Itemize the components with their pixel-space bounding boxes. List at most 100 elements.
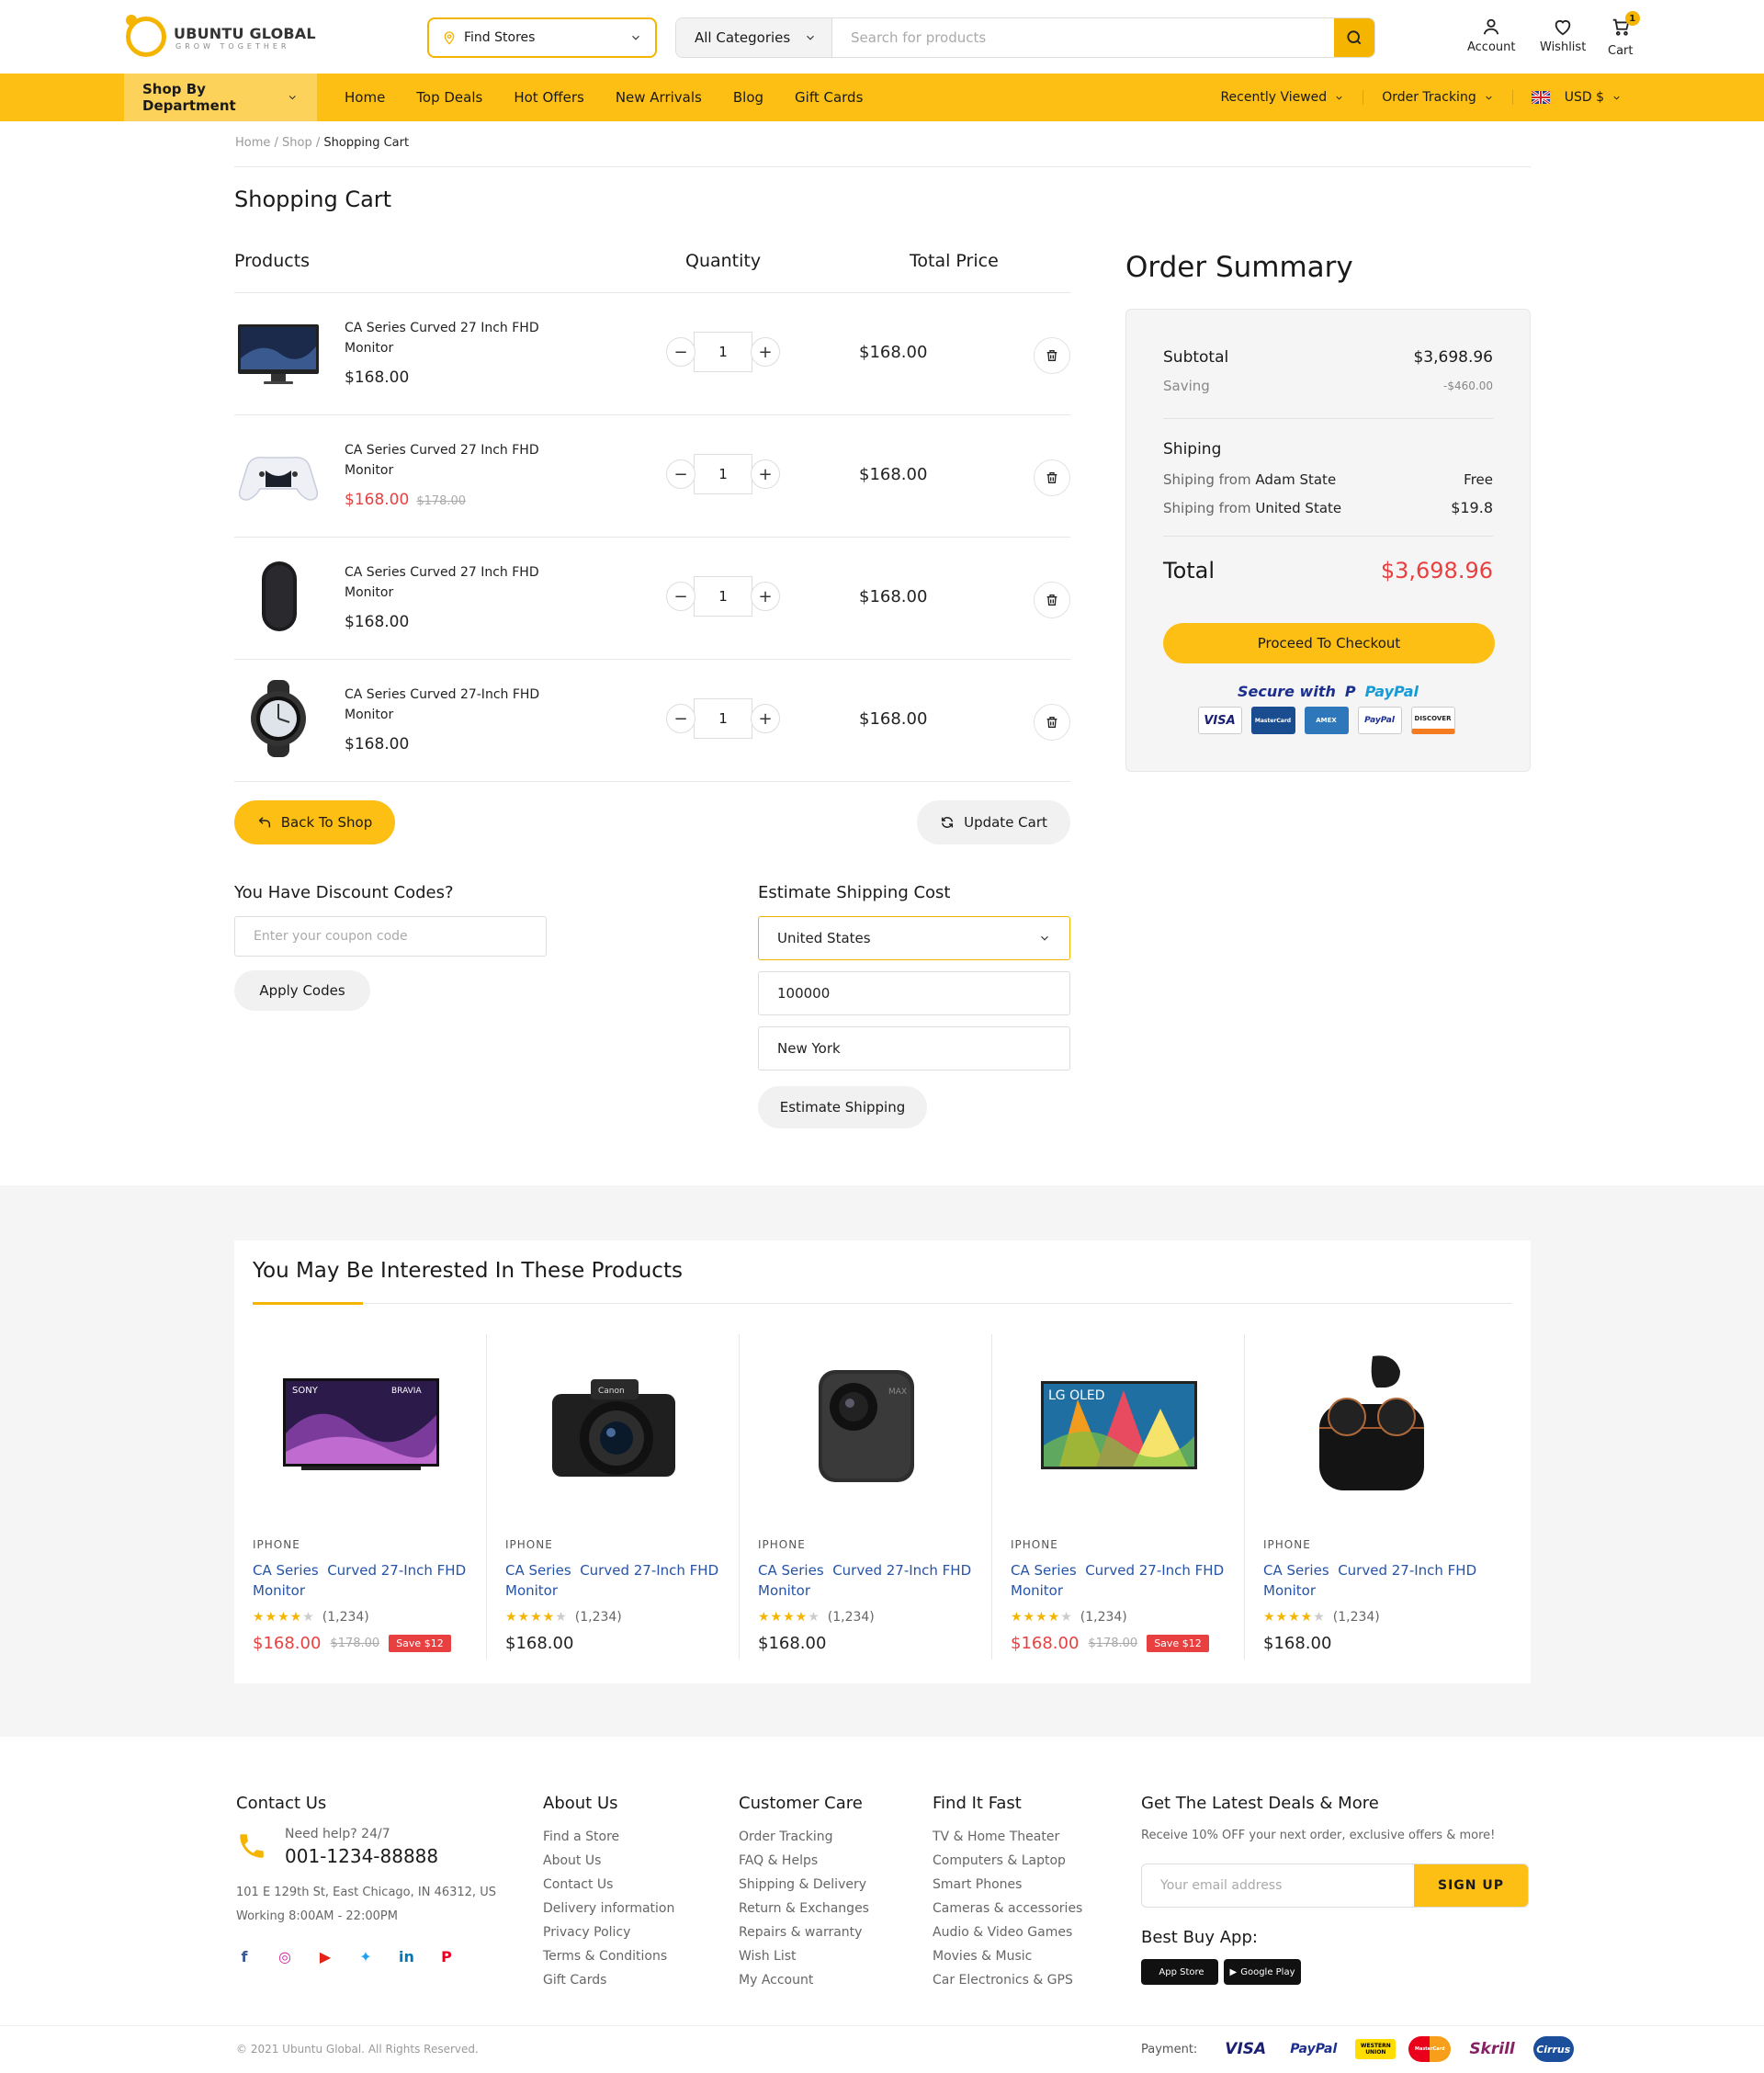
product-name[interactable]: CA Series Curved 27-Inch FHD Monitor <box>505 1560 730 1601</box>
product-card[interactable]: IPHONE CA Series Curved 27-Inch FHD Moni… <box>1245 1334 1498 1660</box>
increase-button[interactable]: + <box>751 459 780 489</box>
currency-dropdown[interactable]: USD $ <box>1511 90 1640 105</box>
wishlist-link[interactable]: Wishlist <box>1540 17 1586 54</box>
recently-viewed-dropdown[interactable]: Recently Viewed <box>1202 90 1363 105</box>
cart-item-name[interactable]: CA Series Curved 27 Inch FHD Monitor <box>345 562 556 603</box>
footer-link[interactable]: Movies & Music <box>933 1944 1082 1968</box>
quantity-value[interactable]: 1 <box>694 454 752 494</box>
product-card[interactable]: MAX IPHONE CA Series Curved 27-Inch FHD … <box>740 1334 992 1660</box>
footer-link[interactable]: Audio & Video Games <box>933 1920 1082 1944</box>
cart-link[interactable]: 1 Cart <box>1608 11 1640 58</box>
product-name[interactable]: CA Series Curved 27-Inch FHD Monitor <box>253 1560 478 1601</box>
cart-row: CA Series Curved 27-Inch FHD Monitor $16… <box>234 660 1070 782</box>
footer-link[interactable]: Return & Exchanges <box>739 1897 869 1920</box>
shop-by-department-button[interactable]: Shop By Department <box>124 74 317 121</box>
nav-link-hot-offers[interactable]: Hot Offers <box>514 89 583 106</box>
app-store-badge[interactable]: App Store <box>1141 1959 1218 1985</box>
estimate-shipping-button[interactable]: Estimate Shipping <box>758 1086 927 1128</box>
footer-link[interactable]: About Us <box>543 1849 674 1873</box>
pinterest-icon[interactable]: P <box>439 1948 454 1965</box>
city-field[interactable]: New York <box>758 1026 1070 1070</box>
cart-item-name[interactable]: CA Series Curved 27 Inch FHD Monitor <box>345 440 556 481</box>
youtube-icon[interactable]: ▶ <box>318 1948 333 1965</box>
increase-button[interactable]: + <box>751 582 780 611</box>
footer-link[interactable]: Wish List <box>739 1944 869 1968</box>
order-tracking-dropdown[interactable]: Order Tracking <box>1363 90 1512 105</box>
delete-button[interactable] <box>1034 459 1070 496</box>
quantity-value[interactable]: 1 <box>694 332 752 372</box>
logo[interactable]: UBUNTU GLOBAL GROW TOGETHER <box>126 15 316 59</box>
nav-link-top-deals[interactable]: Top Deals <box>416 89 482 106</box>
email-input[interactable]: Your email address <box>1142 1864 1414 1907</box>
cirrus-icon: Cirrus <box>1532 2036 1574 2062</box>
decrease-button[interactable]: − <box>666 459 695 489</box>
product-card[interactable]: Canon IPHONE CA Series Curved 27-Inch FH… <box>487 1334 740 1660</box>
update-cart-button[interactable]: Update Cart <box>917 800 1070 844</box>
increase-button[interactable]: + <box>751 704 780 733</box>
nav-link-new-arrivals[interactable]: New Arrivals <box>616 89 702 106</box>
checkout-button[interactable]: Proceed To Checkout <box>1163 623 1495 663</box>
footer-link[interactable]: Privacy Policy <box>543 1920 674 1944</box>
product-price: $168.00 $178.00 Save $12 <box>1011 1634 1209 1653</box>
coupon-input[interactable]: Enter your coupon code <box>234 916 547 957</box>
footer-link[interactable]: Terms & Conditions <box>543 1944 674 1968</box>
nav-link-blog[interactable]: Blog <box>733 89 763 106</box>
find-stores-select[interactable]: Find Stores <box>427 17 657 58</box>
delete-button[interactable] <box>1034 582 1070 618</box>
sign-up-button[interactable]: SIGN UP <box>1414 1864 1528 1907</box>
cart-item-name[interactable]: CA Series Curved 27-Inch FHD Monitor <box>345 685 556 725</box>
facebook-icon[interactable]: f <box>237 1948 252 1965</box>
action-camera-icon: MAX <box>758 1353 974 1500</box>
footer-link[interactable]: Smart Phones <box>933 1873 1082 1897</box>
zip-field[interactable]: 100000 <box>758 971 1070 1015</box>
footer-link[interactable]: Order Tracking <box>739 1825 869 1849</box>
ship-value: Free <box>1464 471 1493 488</box>
recently-viewed-label: Recently Viewed <box>1220 90 1328 105</box>
footer-link[interactable]: My Account <box>739 1968 869 1992</box>
category-select[interactable]: All Categories <box>676 18 832 57</box>
apply-codes-button[interactable]: Apply Codes <box>234 970 370 1011</box>
footer-link[interactable]: Delivery information <box>543 1897 674 1920</box>
product-card[interactable]: LG OLED IPHONE CA Series Curved 27-Inch … <box>992 1334 1245 1660</box>
delete-button[interactable] <box>1034 337 1070 374</box>
linkedin-icon[interactable]: in <box>399 1948 414 1965</box>
quantity-value[interactable]: 1 <box>694 576 752 617</box>
search-button[interactable] <box>1334 18 1374 57</box>
nav-link-home[interactable]: Home <box>345 89 385 106</box>
product-category: IPHONE <box>253 1538 300 1551</box>
footer-link[interactable]: TV & Home Theater <box>933 1825 1082 1849</box>
nav-link-gift-cards[interactable]: Gift Cards <box>795 89 863 106</box>
decrease-button[interactable]: − <box>666 582 695 611</box>
cart-item-name[interactable]: CA Series Curved 27 Inch FHD Monitor <box>345 318 556 358</box>
delete-button[interactable] <box>1034 704 1070 741</box>
instagram-icon[interactable]: ◎ <box>277 1948 292 1965</box>
back-to-shop-button[interactable]: Back To Shop <box>234 800 395 844</box>
product-name[interactable]: CA Series Curved 27-Inch FHD Monitor <box>758 1560 983 1601</box>
footer-link[interactable]: Shipping & Delivery <box>739 1873 869 1897</box>
product-card[interactable]: SONY BRAVIA IPHONE CA Series Curved 27-In… <box>234 1334 487 1660</box>
decrease-button[interactable]: − <box>666 337 695 367</box>
account-link[interactable]: Account <box>1467 17 1516 54</box>
phone-number[interactable]: 001-1234-88888 <box>285 1845 438 1867</box>
breadcrumb-home[interactable]: Home <box>235 136 270 150</box>
footer-link[interactable]: Car Electronics & GPS <box>933 1968 1082 1992</box>
google-play-badge[interactable]: ▶ Google Play <box>1224 1959 1301 1985</box>
twitter-icon[interactable]: ✦ <box>358 1948 373 1965</box>
footer-link[interactable]: Find a Store <box>543 1825 674 1849</box>
footer-link[interactable]: Contact Us <box>543 1873 674 1897</box>
product-name[interactable]: CA Series Curved 27-Inch FHD Monitor <box>1011 1560 1236 1601</box>
decrease-button[interactable]: − <box>666 704 695 733</box>
quantity-stepper: − 1 + <box>666 454 782 494</box>
country-select[interactable]: United States <box>758 916 1070 960</box>
footer-link[interactable]: FAQ & Helps <box>739 1849 869 1873</box>
breadcrumb-shop[interactable]: Shop <box>282 136 312 150</box>
product-name[interactable]: CA Series Curved 27-Inch FHD Monitor <box>1263 1560 1488 1601</box>
footer-link[interactable]: Repairs & warranty <box>739 1920 869 1944</box>
search-input[interactable] <box>832 18 1334 57</box>
increase-button[interactable]: + <box>751 337 780 367</box>
quantity-value[interactable]: 1 <box>694 698 752 739</box>
camera-icon: Canon <box>505 1353 721 1500</box>
footer-link[interactable]: Computers & Laptop <box>933 1849 1082 1873</box>
footer-link[interactable]: Cameras & accessories <box>933 1897 1082 1920</box>
footer-link[interactable]: Gift Cards <box>543 1968 674 1992</box>
